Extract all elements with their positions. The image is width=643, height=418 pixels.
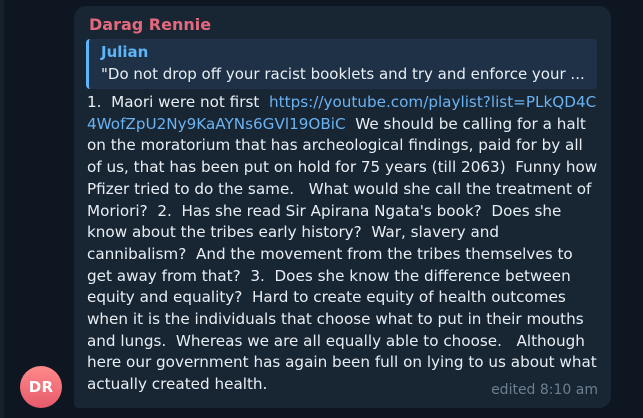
message-text-part-2: We should be calling for a halt on the m…: [87, 114, 603, 394]
reply-text: "Do not drop off your racist booklets an…: [101, 65, 585, 83]
avatar[interactable]: DR: [20, 366, 62, 408]
sender-name[interactable]: Darag Rennie: [89, 15, 211, 34]
reply-quote[interactable]: Julian "Do not drop off your racist book…: [86, 39, 597, 89]
message-bubble[interactable]: Darag Rennie Julian "Do not drop off you…: [74, 6, 611, 408]
sidebar-edge: [0, 0, 4, 418]
avatar-initials: DR: [28, 378, 54, 396]
message-text-part-1: 1. Maori were not first: [87, 93, 270, 111]
scrollbar-track[interactable]: [623, 0, 643, 418]
message-text: 1. Maori were not first https://youtube.…: [87, 92, 601, 396]
reply-author: Julian: [101, 43, 149, 61]
edited-timestamp: edited 8:10 am: [491, 382, 598, 398]
